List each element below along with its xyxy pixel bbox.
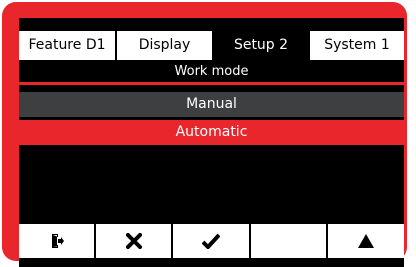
tab-bar: Feature D1 Display Setup 2 System 1 <box>19 31 404 60</box>
tab-setup-2[interactable]: Setup 2 <box>214 31 308 60</box>
softkey-bar <box>19 224 404 258</box>
device-frame: Feature D1 Display Setup 2 System 1 Work… <box>2 2 407 267</box>
tab-display[interactable]: Display <box>117 31 212 60</box>
up-button[interactable] <box>328 224 404 258</box>
confirm-button[interactable] <box>173 224 249 258</box>
display-screen: Feature D1 Display Setup 2 System 1 Work… <box>19 18 404 267</box>
close-icon <box>125 233 142 249</box>
blank-softkey[interactable] <box>251 224 326 258</box>
exit-button[interactable] <box>19 224 94 258</box>
tab-feature-d1[interactable]: Feature D1 <box>19 31 115 60</box>
arrow-up-icon <box>358 234 374 248</box>
cancel-button[interactable] <box>96 224 171 258</box>
check-icon <box>202 233 220 249</box>
tab-system-1[interactable]: System 1 <box>310 31 404 60</box>
mode-option-manual[interactable]: Manual <box>19 92 404 117</box>
exit-icon <box>49 233 65 249</box>
mode-option-automatic[interactable]: Automatic <box>19 120 404 145</box>
title-divider <box>19 82 404 85</box>
screen-title: Work mode <box>174 64 249 79</box>
